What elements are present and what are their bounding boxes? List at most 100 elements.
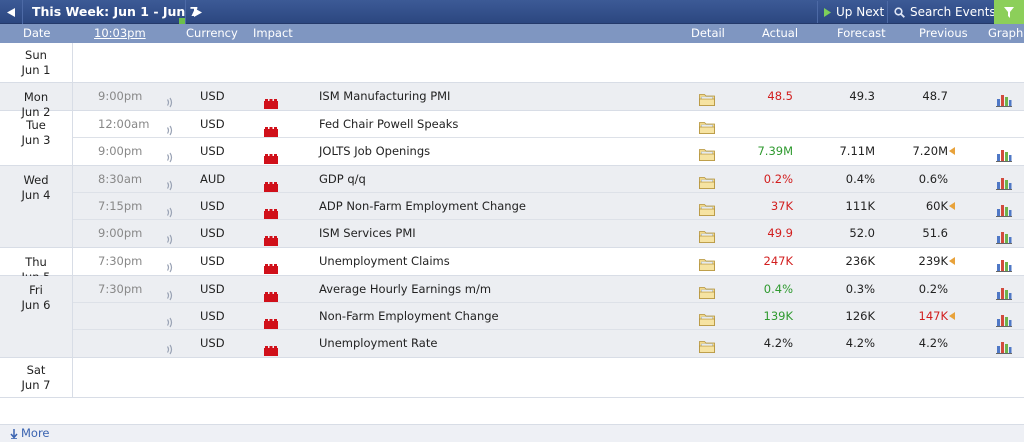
event-row[interactable]: 9:00pm USD ISM Services PMI 49.9 52.0 51.6 [73, 220, 1024, 247]
event-row[interactable]: 7:30pm USD Average Hourly Earnings m/m 0.4%… [73, 276, 1024, 303]
event-forecast: 0.4% [845, 172, 875, 186]
event-previous: 239K [918, 254, 949, 268]
event-time: 9:00pm [98, 89, 143, 103]
day-of-week: Mon [23, 90, 49, 104]
more-link[interactable]: More [0, 424, 1024, 442]
day-date: Jun 1 [21, 63, 51, 77]
up-next-button[interactable]: Up Next [817, 1, 890, 23]
triangle-left-icon [7, 7, 15, 17]
event-row[interactable]: 12:00am USD Fed Chair Powell Speaks [73, 111, 1024, 138]
event-title[interactable]: Unemployment Claims [319, 248, 450, 275]
day-group: Tue Jun 3 12:00am USD Fed Chair Powell Speak… [0, 111, 1024, 166]
event-title[interactable]: JOLTS Job Openings [319, 138, 430, 165]
up-next-label: Up Next [836, 5, 885, 19]
day-of-week: Sun [25, 48, 47, 62]
day-date: Jun 7 [21, 378, 51, 392]
graph-icon[interactable] [996, 337, 1012, 354]
event-actual: 4.2% [763, 336, 793, 350]
week-title[interactable]: This Week: Jun 1 - Jun 7 [32, 0, 198, 24]
search-icon [894, 6, 905, 18]
sound-icon[interactable] [166, 174, 174, 191]
event-forecast [793, 111, 875, 138]
graph-icon[interactable] [996, 200, 1012, 217]
event-previous: 51.6 [922, 226, 948, 240]
event-actual: 37K [770, 199, 793, 213]
high-impact-icon [264, 202, 278, 219]
search-events-button[interactable]: Search Events [887, 1, 1002, 23]
event-currency: USD [200, 117, 225, 131]
event-row[interactable]: USD Non-Farm Employment Change 139K 126K 147… [73, 303, 1024, 330]
sound-icon[interactable] [166, 256, 174, 273]
event-time: 9:00pm [98, 144, 143, 158]
event-forecast: 52.0 [849, 226, 875, 240]
event-title[interactable]: Fed Chair Powell Speaks [319, 111, 458, 138]
event-row[interactable]: 8:30am AUD GDP q/q 0.2% 0.4% 0.6% [73, 166, 1024, 193]
event-time: 9:00pm [98, 226, 143, 240]
day-label: Fri Jun 6 [0, 276, 73, 357]
event-title[interactable]: ISM Manufacturing PMI [319, 83, 450, 110]
event-row[interactable]: 7:15pm USD ADP Non-Farm Employment Change 3… [73, 193, 1024, 220]
event-row[interactable]: 9:00pm USD ISM Manufacturing PMI 48.5 49.3 48… [73, 83, 1024, 110]
day-label: Sun Jun 1 [0, 43, 73, 82]
sound-icon[interactable] [166, 284, 174, 301]
sound-icon[interactable] [166, 338, 174, 355]
event-time: 7:30pm [98, 282, 143, 296]
triangle-right-icon [194, 7, 202, 17]
revised-icon[interactable] [949, 311, 955, 320]
event-title[interactable]: ISM Services PMI [319, 220, 416, 247]
sound-icon[interactable] [166, 146, 174, 163]
day-of-week: Tue [26, 118, 46, 132]
revised-icon[interactable] [949, 146, 955, 155]
sound-icon[interactable] [166, 91, 174, 108]
day-group: Fri Jun 6 7:30pm USD Average Hourly Earnings… [0, 276, 1024, 358]
sound-icon[interactable] [166, 311, 174, 328]
previous-week-button[interactable] [0, 0, 22, 24]
arrow-down-icon [10, 428, 18, 439]
graph-icon[interactable] [996, 145, 1012, 162]
next-week-button[interactable] [187, 0, 209, 24]
revised-icon[interactable] [949, 256, 955, 265]
more-label: More [21, 426, 50, 440]
header-actual: Actual [762, 26, 799, 40]
filter-button[interactable] [994, 0, 1024, 24]
event-title[interactable]: Average Hourly Earnings m/m [319, 276, 491, 303]
event-previous-cell: 0.2% [875, 276, 955, 303]
high-impact-icon [264, 120, 278, 137]
event-previous-cell: 51.6 [875, 220, 955, 247]
sound-icon[interactable] [166, 228, 174, 245]
graph-icon[interactable] [996, 255, 1012, 272]
sound-icon[interactable] [166, 201, 174, 218]
event-previous-cell: 48.7 [875, 83, 955, 110]
event-title[interactable]: ADP Non-Farm Employment Change [319, 193, 526, 220]
column-header: Date 10:03pm Currency Impact Detail Actu… [0, 24, 1024, 43]
header-time-link[interactable]: 10:03pm [94, 24, 146, 43]
event-forecast: 4.2% [845, 336, 875, 350]
day-of-week: Thu [25, 255, 47, 269]
graph-icon[interactable] [996, 310, 1012, 327]
event-forecast: 49.3 [849, 89, 875, 103]
day-label: Wed Jun 4 [0, 166, 73, 247]
event-actual: 49.9 [767, 226, 793, 240]
graph-icon[interactable] [996, 227, 1012, 244]
graph-icon[interactable] [996, 90, 1012, 107]
week-toolbar: This Week: Jun 1 - Jun 7 Up Next Search … [0, 0, 1024, 24]
event-title[interactable]: Unemployment Rate [319, 330, 437, 357]
day-of-week: Sat [26, 363, 46, 377]
event-currency: USD [200, 254, 225, 268]
high-impact-icon [264, 285, 278, 302]
graph-icon[interactable] [996, 283, 1012, 300]
sound-icon[interactable] [166, 119, 174, 136]
day-date: Jun 6 [21, 298, 51, 312]
header-graph: Graph [988, 26, 1024, 40]
event-previous: 48.7 [922, 89, 948, 103]
day-label: Sat Jun 7 [0, 358, 73, 397]
event-row[interactable]: 7:30pm USD Unemployment Claims 247K 236K 239K [73, 248, 1024, 275]
event-title[interactable]: Non-Farm Employment Change [319, 303, 499, 330]
event-title[interactable]: GDP q/q [319, 166, 366, 193]
revised-icon[interactable] [949, 201, 955, 210]
event-row[interactable]: USD Unemployment Rate 4.2% 4.2% 4.2% [73, 330, 1024, 357]
event-row[interactable]: 9:00pm USD JOLTS Job Openings 7.39M 7.11M 7.2… [73, 138, 1024, 165]
event-previous: 7.20M [912, 144, 948, 158]
graph-icon[interactable] [996, 173, 1012, 190]
day-label: Tue Jun 3 [0, 111, 73, 165]
